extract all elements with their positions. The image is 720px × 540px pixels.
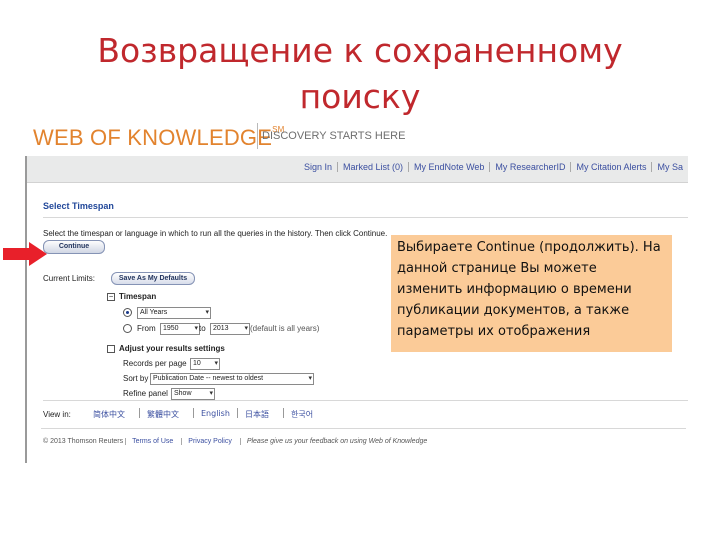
to-year-select[interactable]: 2013 — [210, 323, 250, 335]
copyright: © 2013 Thomson Reuters — [43, 438, 124, 445]
nav-marked-list[interactable]: Marked List (0) — [337, 162, 409, 172]
divider — [43, 217, 688, 218]
nav-my-citation-alerts[interactable]: My Citation Alerts — [570, 162, 652, 172]
nav-my-saved[interactable]: My Sa — [651, 162, 688, 172]
divider — [43, 400, 688, 401]
records-per-page-select[interactable]: 10 — [190, 358, 220, 370]
slide-title: Возвращение к сохраненному поиску — [0, 28, 720, 120]
timespan-label: Timespan — [119, 292, 157, 301]
privacy-policy-link[interactable]: Privacy Policy — [181, 438, 238, 445]
nav-sign-in[interactable]: Sign In — [299, 162, 337, 172]
refine-panel-select[interactable]: Show — [171, 388, 215, 400]
red-arrow-icon — [3, 242, 47, 266]
divider — [41, 428, 686, 429]
lang-separator — [139, 408, 140, 418]
adjust-settings-label: Adjust your results settings — [119, 344, 225, 353]
lang-separator — [193, 408, 194, 418]
lang-english[interactable]: English — [201, 409, 230, 418]
timespan-collapse-icon[interactable]: − — [107, 293, 115, 301]
footer: © 2013 Thomson Reuters Terms of Use Priv… — [43, 438, 428, 445]
wok-logo-text: WEB OF KNOWLEDGE — [33, 125, 273, 150]
lang-separator — [237, 408, 238, 418]
top-nav: Sign In Marked List (0) My EndNote Web My R… — [299, 162, 688, 172]
to-hint: (default is all years) — [250, 324, 320, 333]
lang-traditional-chinese[interactable]: 繁體中文 — [147, 409, 179, 420]
lang-separator — [283, 408, 284, 418]
slide-title-line1: Возвращение к сохраненному — [97, 31, 623, 70]
continue-button[interactable]: Continue — [43, 240, 105, 254]
records-per-page-label: Records per page — [123, 359, 187, 368]
sort-by-label: Sort by — [123, 374, 149, 383]
adjust-settings-checkbox[interactable] — [107, 345, 115, 353]
from-range-radio[interactable] — [123, 324, 132, 333]
top-nav-bar: Sign In Marked List (0) My EndNote Web My R… — [27, 156, 688, 183]
sort-by-select[interactable]: Publication Date -- newest to oldest — [150, 373, 314, 385]
feedback-text[interactable]: Please give us your feedback on using We… — [239, 438, 428, 445]
from-label: From — [137, 324, 156, 333]
terms-of-use-link[interactable]: Terms of Use — [125, 438, 180, 445]
wok-logo[interactable]: WEB OF KNOWLEDGESM — [33, 125, 285, 151]
current-limits-label: Current Limits: — [43, 274, 96, 283]
lang-japanese[interactable]: 日本語 — [245, 409, 269, 420]
to-label: to — [199, 324, 206, 333]
panel-title: Select Timespan — [43, 201, 114, 211]
slide-title-line2: поиску — [299, 77, 421, 116]
all-years-radio[interactable] — [123, 308, 132, 317]
refine-panel-label: Refine panel — [123, 389, 168, 398]
callout-box: Выбираете Continue (продолжить). На данн… — [391, 235, 672, 352]
from-year-select[interactable]: 1950 — [160, 323, 200, 335]
lang-simplified-chinese[interactable]: 简体中文 — [93, 409, 125, 420]
tagline: DISCOVERY STARTS HERE — [262, 130, 406, 142]
nav-my-endnote-web[interactable]: My EndNote Web — [408, 162, 490, 172]
logo-divider — [257, 123, 258, 149]
nav-my-researcherid[interactable]: My ResearcherID — [489, 162, 571, 172]
view-in-label: View in: — [43, 410, 71, 419]
all-years-select[interactable]: All Years — [137, 307, 211, 319]
save-as-defaults-button[interactable]: Save As My Defaults — [111, 272, 195, 285]
lang-korean[interactable]: 한국어 — [291, 409, 313, 420]
instruction-text: Select the timespan or language in which… — [43, 229, 388, 238]
